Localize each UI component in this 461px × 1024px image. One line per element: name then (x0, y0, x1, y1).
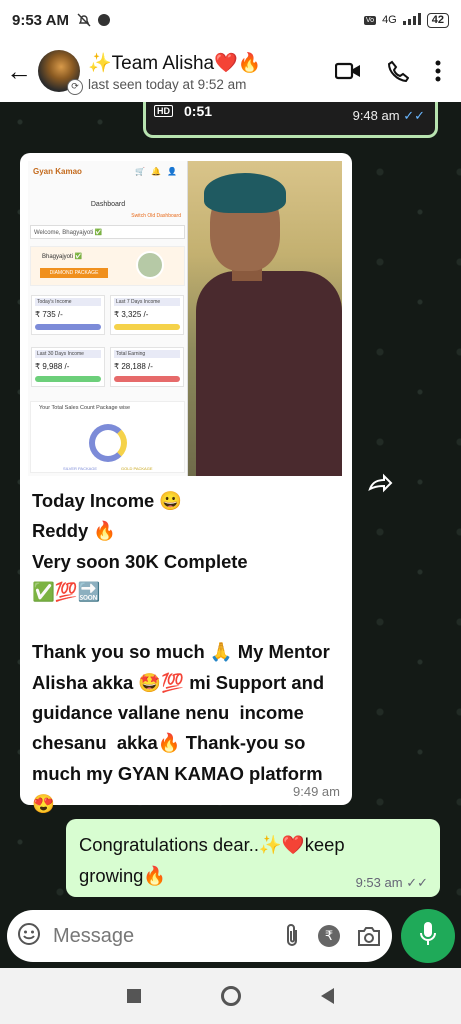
battery-indicator: 42 (426, 12, 449, 28)
back-button[interactable] (321, 988, 334, 1004)
profile-name: Bhagyajyoti ✅ (42, 254, 83, 260)
card-value: ₹ 28,188 /- (114, 362, 153, 371)
income-card: Last 30 Days Income ₹ 9,988 /- (31, 347, 105, 387)
card-chart (35, 324, 101, 330)
delivered-icon: ✓✓ (406, 875, 428, 890)
message-image[interactable]: Gyan Kamao 🛒🔔👤 Dashboard Switch Old Dash… (28, 161, 342, 476)
shirt (196, 271, 342, 476)
more-options-icon[interactable] (435, 60, 441, 82)
card-chart (114, 376, 180, 382)
chat-header: ← ⟳ ✨Team Alisha❤️🔥 last seen today at 9… (0, 40, 461, 102)
recents-button[interactable] (127, 989, 141, 1003)
message-input-bar[interactable]: Message ₹ (7, 910, 392, 962)
voice-call-icon[interactable] (387, 60, 409, 82)
package-badge: DIAMOND PACKAGE (40, 268, 108, 278)
network-type: 4G (382, 14, 397, 26)
card-label: Total Earning (114, 350, 180, 358)
video-message[interactable]: HD 0:51 9:48 am ✓✓ (143, 102, 438, 138)
card-value: ₹ 3,325 /- (114, 310, 149, 319)
video-call-icon[interactable] (335, 61, 361, 81)
card-value: ₹ 735 /- (35, 310, 63, 319)
message-time: 9:49 am (293, 784, 340, 799)
status-right: Vo 4G 42 (363, 12, 449, 28)
status-bar: 9:53 AM Vo 4G 42 (0, 0, 461, 40)
chat-title: ✨Team Alisha❤️🔥 (88, 52, 262, 74)
card-value: ₹ 9,988 /- (35, 362, 70, 371)
outgoing-time-text: 9:53 am (355, 875, 403, 890)
emoji-icon[interactable] (17, 922, 41, 951)
card-label: Today's Income (35, 298, 101, 306)
mic-button[interactable] (401, 909, 455, 963)
income-card: Total Earning ₹ 28,188 /- (110, 347, 184, 387)
forward-icon[interactable] (364, 467, 396, 499)
chat-info[interactable]: ✨Team Alisha❤️🔥 last seen today at 9:52 … (88, 51, 335, 92)
message-text: Today Income 😀 Reddy 🔥 Very soon 30K Com… (32, 490, 330, 814)
status-time: 9:53 AM (12, 11, 69, 29)
income-card: Today's Income ₹ 735 /- (31, 295, 105, 335)
read-receipt-icon: ✓✓ (403, 108, 425, 123)
income-card: Last 7 Days Income ₹ 3,325 /- (110, 295, 184, 335)
card-label: Last 7 Days Income (114, 298, 180, 306)
volte-icon: Vo (363, 15, 377, 25)
incoming-message[interactable]: Gyan Kamao 🛒🔔👤 Dashboard Switch Old Dash… (20, 153, 352, 814)
outgoing-text: Congratulations dear..✨❤️keep growing🔥 (79, 834, 345, 886)
mute-icon (77, 13, 91, 27)
video-time-text: 9:48 am (352, 108, 400, 123)
dashboard-header-icons: 🛒🔔👤 (135, 167, 183, 176)
group-avatar[interactable]: ⟳ (38, 50, 83, 95)
video-duration: 0:51 (184, 103, 213, 119)
last-seen: last seen today at 9:52 am (88, 76, 247, 92)
whatsapp-status-icon (97, 13, 111, 27)
chat-area[interactable]: HD 0:51 9:48 am ✓✓ Gyan Kamao 🛒🔔👤 Dashbo… (0, 102, 461, 968)
outgoing-message[interactable]: Congratulations dear..✨❤️keep growing🔥 9… (66, 819, 440, 897)
donut-chart (89, 424, 127, 462)
card-label: Last 30 Days Income (35, 350, 101, 358)
welcome-text: Welcome, Bhagyajyoti ✅ (30, 225, 185, 239)
outgoing-time: 9:53 am ✓✓ (356, 875, 428, 891)
legend-silver: SILVER PACKAGE (63, 466, 98, 471)
payment-button[interactable]: ₹ (318, 925, 340, 947)
community-icon: ⟳ (67, 79, 83, 95)
card-chart (35, 376, 101, 382)
sales-chart-card: Your Total Sales Count Package wise SILV… (30, 401, 185, 473)
video-time: 9:48 am ✓✓ (353, 108, 425, 124)
home-button[interactable] (221, 986, 241, 1006)
dashboard-screenshot: Gyan Kamao 🛒🔔👤 Dashboard Switch Old Dash… (28, 161, 188, 476)
dashboard-logo: Gyan Kamao (33, 167, 82, 176)
mic-icon (419, 921, 437, 952)
dashboard-title: Dashboard (90, 201, 126, 208)
legend-gold: GOLD PACKAGE (121, 466, 153, 471)
message-input[interactable]: Message (53, 925, 266, 948)
person-photo (188, 161, 342, 476)
card-chart (114, 324, 180, 330)
sales-title: Your Total Sales Count Package wise (39, 405, 131, 411)
hd-badge: HD (154, 105, 173, 117)
back-arrow-icon[interactable]: ← (0, 56, 38, 87)
switch-dashboard: Switch Old Dashboard (131, 213, 181, 219)
camera-icon[interactable] (356, 925, 382, 947)
hair (204, 173, 286, 213)
rupee-icon: ₹ (318, 925, 340, 947)
profile-avatar (136, 251, 164, 279)
system-nav-bar (0, 968, 461, 1024)
signal-icon (402, 12, 421, 28)
attach-icon[interactable] (282, 923, 302, 949)
